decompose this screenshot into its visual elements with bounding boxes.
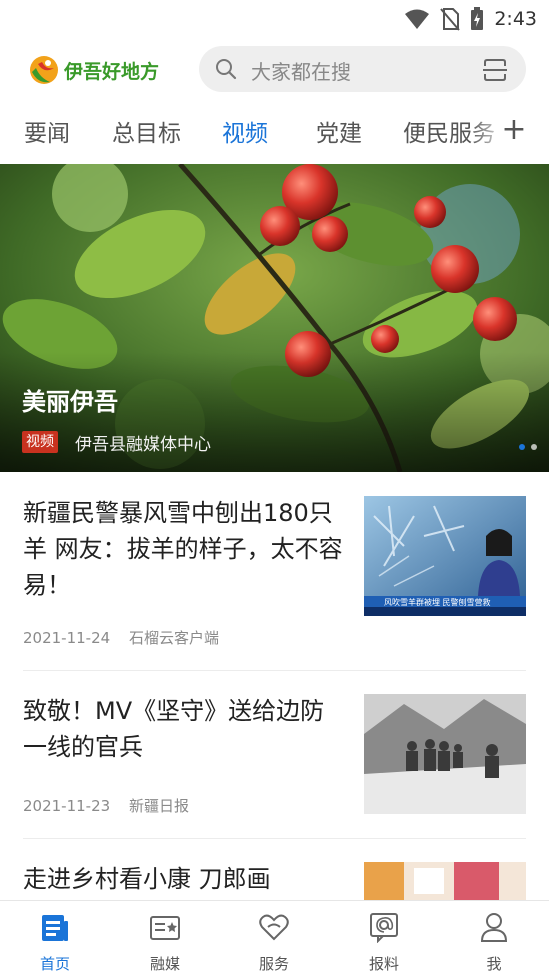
news-item[interactable]: 走进乡村看小康 刀郎画: [0, 838, 549, 900]
news-title: 致敬！MV《坚守》送给边防一线的官兵: [23, 697, 325, 761]
nav-report-label: 报料: [368, 955, 399, 973]
no-sim-icon: [440, 8, 461, 31]
news-thumbnail-image: [364, 862, 526, 900]
scan-icon[interactable]: [482, 57, 508, 83]
nav-me[interactable]: 我: [454, 901, 534, 977]
nav-service[interactable]: 服务: [234, 901, 314, 977]
nav-service-label: 服务: [258, 955, 289, 973]
home-doc-icon: [42, 915, 68, 941]
nav-media-label: 融媒: [149, 955, 180, 973]
wifi-icon: [405, 9, 430, 29]
news-item[interactable]: 致敬！MV《坚守》送给边防一线的官兵 2021-11-23 新疆日报: [0, 670, 549, 838]
hero-source: 伊吾县融媒体中心: [75, 435, 211, 455]
app-logo[interactable]: 伊吾好地方: [28, 54, 159, 86]
user-icon: [480, 913, 508, 942]
news-thumbnail-caption: 风吹雪羊群被埋 民警刨雪营救: [384, 597, 491, 607]
news-thumbnail-image: [364, 694, 526, 814]
status-time: 2:43: [494, 8, 537, 30]
carousel-indicator-active: [519, 444, 525, 450]
nav-home[interactable]: 首页: [15, 901, 95, 977]
battery-charging-icon: [471, 7, 484, 30]
hero-video-banner[interactable]: 美丽伊吾 视频 伊吾县融媒体中心: [0, 164, 549, 472]
media-card-icon: [150, 916, 180, 940]
news-date: 2021-11-23: [23, 797, 111, 815]
nav-me-label: 我: [486, 955, 502, 973]
news-source: 新疆日报: [128, 797, 189, 815]
news-thumbnail-image: 风吹雪羊群被埋 民警刨雪营救: [364, 496, 526, 616]
news-meta: 2021-11-24 石榴云客户端: [23, 627, 219, 648]
search-placeholder: 大家都在搜: [251, 60, 351, 84]
news-meta: 2021-11-23 新疆日报: [23, 795, 189, 816]
bottom-navigation: 首页 融媒 服务 报料 我: [0, 900, 549, 977]
carousel-indicator: [531, 444, 537, 450]
news-thumbnail: [364, 862, 526, 900]
nav-home-label: 首页: [39, 955, 70, 973]
news-title: 新疆民警暴风雪中刨出180只羊 网友：拔羊的样子，太不容易！: [23, 499, 343, 599]
news-item[interactable]: 新疆民警暴风雪中刨出180只羊 网友：拔羊的样子，太不容易！ 2021-11-2…: [0, 472, 549, 670]
news-title: 走进乡村看小康 刀郎画: [23, 865, 271, 893]
nav-media[interactable]: 融媒: [125, 901, 205, 977]
tab-zongmubiao[interactable]: 总目标: [112, 114, 181, 148]
category-tabs: 要闻 总目标 视频 党建 便民服务 +: [0, 104, 549, 156]
video-badge: 视频: [22, 431, 58, 453]
add-tab-button[interactable]: +: [500, 110, 528, 150]
news-date: 2021-11-24: [23, 629, 111, 647]
status-bar: 2:43: [0, 0, 549, 38]
tab-shipin[interactable]: 视频: [222, 114, 268, 148]
news-thumbnail: [364, 694, 526, 814]
news-source: 石榴云客户端: [128, 629, 219, 647]
nav-report[interactable]: 报料: [344, 901, 424, 977]
tab-dangjian[interactable]: 党建: [316, 114, 362, 148]
heart-service-icon: [259, 914, 289, 941]
news-thumbnail: 风吹雪羊群被埋 民警刨雪营救: [364, 496, 526, 616]
search-bar[interactable]: 大家都在搜: [199, 46, 526, 92]
tab-yaowen[interactable]: 要闻: [24, 114, 70, 148]
app-header: 伊吾好地方 大家都在搜: [0, 40, 549, 100]
logo-text: 伊吾好地方: [64, 60, 160, 83]
report-at-icon: [370, 913, 398, 943]
search-icon: [216, 59, 237, 80]
logo-mark-icon: [30, 56, 58, 84]
hero-title: 美丽伊吾: [22, 388, 118, 416]
